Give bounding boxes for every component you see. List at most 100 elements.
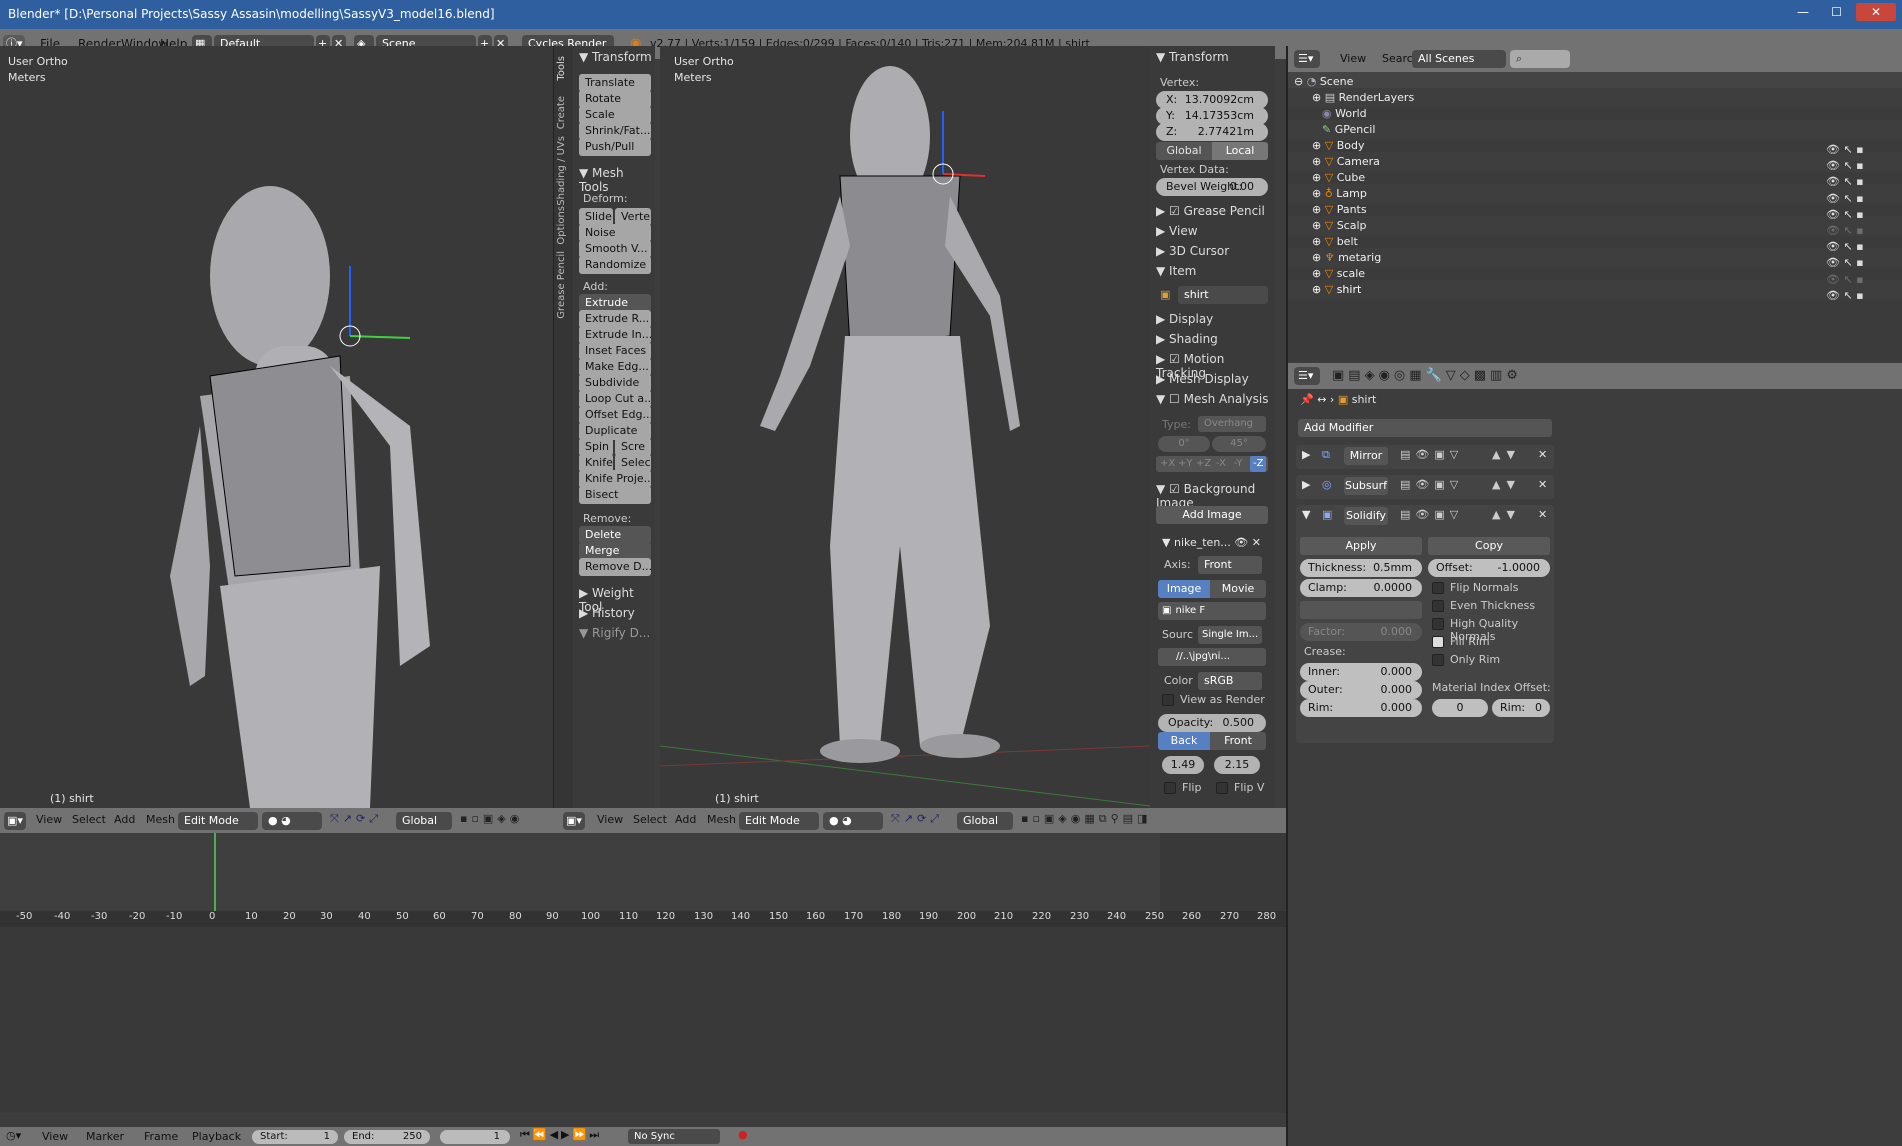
axis-plus-z[interactable]: +Z <box>1196 456 1211 472</box>
global-toggle[interactable]: Global <box>1156 142 1212 160</box>
shading-select[interactable]: ● ◕ <box>262 812 322 830</box>
editor-type-icon[interactable]: ▣▾ <box>563 812 585 830</box>
eye-icon[interactable]: 👁 ↖ ▪ <box>1826 255 1864 271</box>
back-toggle[interactable]: Back <box>1158 732 1210 750</box>
add-image-button[interactable]: Add Image <box>1156 506 1268 524</box>
properties-context-tabs[interactable]: ▣▤◈◉◎▦🔧▽◇▩▥⚙ <box>1332 368 1522 383</box>
bisect-button[interactable]: Bisect <box>579 486 651 504</box>
eye-icon[interactable]: 👁 ↖ ▪ <box>1826 207 1864 223</box>
modifier-name-field[interactable]: Solidify <box>1344 507 1388 525</box>
flip-checkbox[interactable] <box>1164 782 1176 794</box>
remove-modifier-icon[interactable]: ✕ <box>1538 478 1547 491</box>
view-as-render-checkbox[interactable] <box>1162 694 1174 706</box>
color-space-select[interactable]: sRGB <box>1198 672 1262 690</box>
timeline-area[interactable]: -50 -40 -30 -20 -10 0 10 20 30 40 50 60 … <box>0 833 1286 1113</box>
filepath-field[interactable]: //..\jpg\ni... <box>1158 648 1266 666</box>
front-toggle[interactable]: Front <box>1210 732 1266 750</box>
tab-create[interactable]: Create <box>556 96 567 129</box>
viewport-right[interactable]: User Ortho Meters (1) shirt <box>660 46 1150 808</box>
editor-type-icon[interactable]: ▣▾ <box>4 812 26 830</box>
manipulator-icons[interactable]: ⤧↗⟳⤢ <box>891 812 943 826</box>
eye-icon[interactable]: 👁 ↖ ▪ <box>1826 174 1864 190</box>
high-quality-normals-checkbox[interactable] <box>1432 618 1444 630</box>
selection-mode-icons[interactable]: ▪▫▣◈◉▦⧉⚲▤◨ <box>1021 812 1151 826</box>
angle-min-field[interactable]: 0° <box>1158 436 1210 452</box>
vertex-z-field[interactable]: Z: 2.77421m <box>1156 123 1268 141</box>
material-offset-field[interactable]: 0 <box>1432 699 1488 717</box>
remove-modifier-icon[interactable]: ✕ <box>1538 448 1547 461</box>
axis-plus-y[interactable]: +Y <box>1178 456 1193 472</box>
menu-mesh[interactable]: Mesh <box>707 813 736 826</box>
transform-panel-header[interactable]: ▼ Transform <box>1156 50 1229 64</box>
mode-select[interactable]: Edit Mode <box>739 812 819 830</box>
playback-controls[interactable]: ⏮⏪◀▶⏩⏭ <box>520 1128 602 1142</box>
viewport-left[interactable]: User Ortho Meters (1) shirt <box>0 46 553 808</box>
menu-add[interactable]: Add <box>675 813 696 826</box>
axis-minus-x[interactable]: -X <box>1216 456 1226 472</box>
remove-icon[interactable]: ✕ <box>1252 536 1261 549</box>
axis-minus-y[interactable]: -Y <box>1234 456 1243 472</box>
object-name-field[interactable]: shirt <box>1178 286 1268 304</box>
sync-select[interactable]: No Sync <box>628 1129 720 1144</box>
grease-pencil-panel-header[interactable]: ▶ ☑ Grease Pencil <box>1156 204 1265 218</box>
factor-field[interactable]: Factor: 0.000 <box>1300 623 1422 641</box>
mode-select[interactable]: Edit Mode <box>178 812 258 830</box>
current-frame-indicator[interactable] <box>214 833 216 911</box>
orientation-select[interactable]: Global <box>957 812 1013 830</box>
apply-button[interactable]: Apply <box>1300 537 1422 555</box>
vertex-group-field[interactable] <box>1300 601 1422 619</box>
eye-icon[interactable]: 👁 ↖ ▪ <box>1826 272 1864 288</box>
display-panel-header[interactable]: ▶ Display <box>1156 312 1213 326</box>
background-image-entry[interactable]: ▼ nike_ten... 👁 ✕ <box>1162 536 1261 549</box>
inner-crease-field[interactable]: Inner: 0.000 <box>1300 663 1422 681</box>
tab-options[interactable]: Options <box>556 206 567 245</box>
fill-rim-checkbox[interactable] <box>1432 636 1444 648</box>
menu-view[interactable]: View <box>42 1130 68 1143</box>
local-toggle[interactable]: Local <box>1212 142 1268 160</box>
remove-modifier-icon[interactable]: ✕ <box>1538 508 1547 521</box>
tab-tools[interactable]: Tools <box>556 56 567 81</box>
end-frame-field[interactable]: End: 250 <box>344 1130 430 1144</box>
offset-y-field[interactable]: 2.15 <box>1214 756 1260 774</box>
thickness-field[interactable]: Thickness: 0.5mm <box>1300 559 1422 577</box>
outliner-search-input[interactable]: ⌕ <box>1510 50 1570 68</box>
offset-field[interactable]: Offset: -1.0000 <box>1428 559 1550 577</box>
tab-shading[interactable]: Shading / UVs <box>556 136 567 206</box>
analysis-type-select[interactable]: Overhang <box>1198 416 1266 432</box>
shading-select[interactable]: ● ◕ <box>823 812 883 830</box>
modifier-display-toggles[interactable]: ▤👁▣▽ <box>1400 448 1463 461</box>
flip-normals-checkbox[interactable] <box>1432 582 1444 594</box>
menu-view[interactable]: View <box>597 813 623 826</box>
copy-button[interactable]: Copy <box>1428 537 1550 555</box>
eye-icon[interactable]: 👁 ↖ ▪ <box>1826 223 1864 239</box>
add-modifier-dropdown[interactable]: Add Modifier <box>1298 419 1552 437</box>
angle-max-field[interactable]: 45° <box>1212 436 1266 452</box>
outliner-item[interactable]: ⊕ ▽ shirt <box>1286 280 1902 300</box>
material-rim-offset-field[interactable]: Rim: 0 <box>1492 699 1550 717</box>
current-frame-field[interactable]: 1 <box>440 1130 510 1144</box>
outliner-editor-icon[interactable]: ☰▾ <box>1294 50 1320 68</box>
editor-type-icon[interactable]: ◷▾ <box>6 1129 21 1142</box>
orientation-select[interactable]: Global <box>396 812 452 830</box>
outliner-menu-view[interactable]: View <box>1340 52 1366 65</box>
3d-cursor-panel-header[interactable]: ▶ 3D Cursor <box>1156 244 1229 258</box>
movie-clip-toggle[interactable]: Movie Clip <box>1210 580 1266 613</box>
randomize-button[interactable]: Randomize <box>579 256 651 274</box>
menu-view[interactable]: View <box>36 813 62 826</box>
only-rim-checkbox[interactable] <box>1432 654 1444 666</box>
menu-mesh[interactable]: Mesh <box>146 813 175 826</box>
close-button[interactable]: ✕ <box>1856 3 1896 21</box>
clamp-field[interactable]: Clamp: 0.0000 <box>1300 579 1422 597</box>
modifier-move-buttons[interactable]: ▲▼ <box>1492 508 1521 521</box>
menu-playback[interactable]: Playback <box>192 1130 241 1143</box>
opacity-field[interactable]: Opacity: 0.500 <box>1158 714 1266 732</box>
area-splitter[interactable] <box>553 46 554 808</box>
minimize-button[interactable]: — <box>1789 3 1817 21</box>
outer-crease-field[interactable]: Outer: 0.000 <box>1300 681 1422 699</box>
menu-select[interactable]: Select <box>72 813 106 826</box>
modifier-move-buttons[interactable]: ▲▼ <box>1492 448 1521 461</box>
menu-select[interactable]: Select <box>633 813 667 826</box>
mesh-analysis-panel-header[interactable]: ▼ ☐ Mesh Analysis <box>1156 392 1268 406</box>
mesh-display-panel-header[interactable]: ▶ Mesh Display <box>1156 372 1249 386</box>
eye-icon[interactable]: 👁 <box>1234 536 1248 549</box>
